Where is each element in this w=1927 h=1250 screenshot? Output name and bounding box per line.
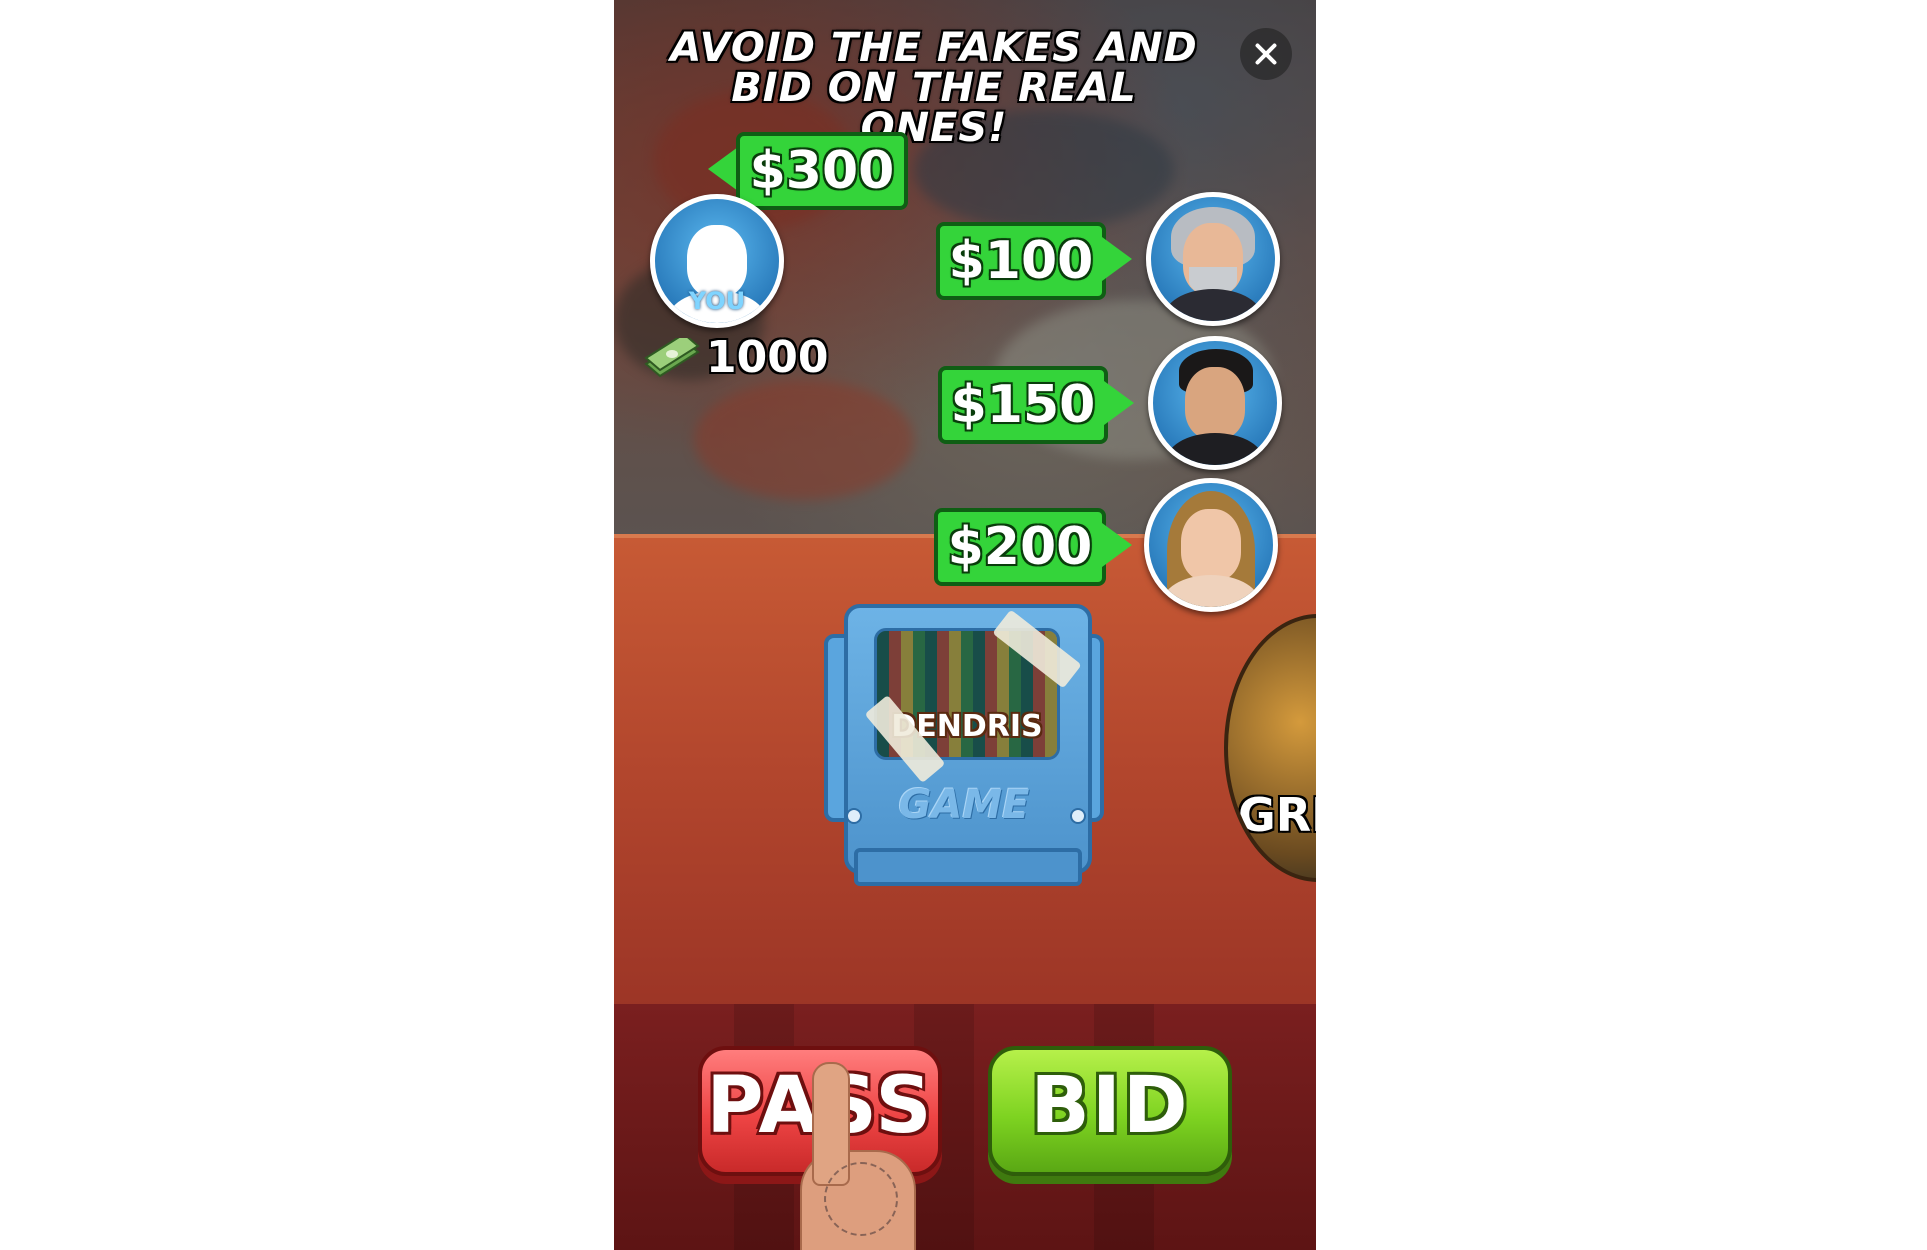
game-cartridge-item[interactable]: DENDRIS GAME — [824, 604, 1104, 886]
opponent-2-avatar — [1148, 336, 1282, 470]
next-item-text: GRI — [1238, 788, 1316, 842]
you-label: YOU — [688, 287, 746, 315]
player-avatar: YOU — [650, 194, 784, 328]
opponent-1-bid-arrow — [1102, 237, 1132, 281]
opponent-2-face — [1185, 367, 1245, 439]
game-screen: AVOID THE FAKES AND BID ON THE REAL ONES… — [614, 0, 1316, 1250]
close-button[interactable] — [1240, 28, 1292, 80]
opponent-3-avatar — [1144, 478, 1278, 612]
cash-stack-icon — [644, 338, 700, 378]
cartridge-brand: GAME — [898, 782, 1030, 828]
opponent-3-bid-arrow — [1102, 523, 1132, 567]
player-money: 1000 — [706, 332, 829, 383]
opponent-2-jacket — [1165, 433, 1265, 465]
instruction-title: AVOID THE FAKES AND BID ON THE REAL ONES… — [654, 28, 1214, 148]
player-bid-arrow — [708, 147, 738, 191]
hand-tattoo — [824, 1162, 898, 1236]
opponent-2-bid-tag: $150 — [938, 366, 1108, 444]
screw-icon — [846, 808, 862, 824]
bid-button[interactable]: BID — [988, 1046, 1232, 1176]
opponent-1-avatar — [1146, 192, 1280, 326]
opponent-2-bid-arrow — [1104, 381, 1134, 425]
cartridge-base — [854, 848, 1082, 886]
opponent-3-face — [1181, 509, 1241, 581]
screw-icon — [1070, 808, 1086, 824]
opponent-1-suit — [1163, 289, 1263, 321]
tutorial-hand-pointer-icon — [784, 1062, 916, 1250]
player-bid-tag: $300 — [736, 132, 908, 210]
opponent-1-bid-tag: $100 — [936, 222, 1106, 300]
opponent-3-bid-tag: $200 — [934, 508, 1106, 586]
title-line-1: AVOID THE FAKES AND — [670, 25, 1198, 71]
